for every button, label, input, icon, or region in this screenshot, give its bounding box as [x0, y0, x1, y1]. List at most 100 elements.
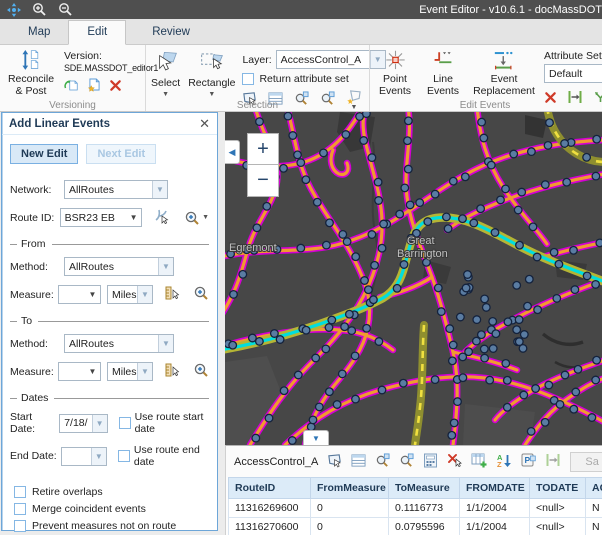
event-point-marker[interactable] — [328, 316, 336, 324]
event-point-marker[interactable] — [348, 327, 356, 335]
event-point-marker[interactable] — [284, 112, 292, 120]
event-point-marker[interactable] — [481, 345, 489, 353]
event-point-marker[interactable] — [542, 181, 550, 189]
event-point-marker[interactable] — [380, 220, 388, 228]
event-point-marker[interactable] — [550, 249, 558, 257]
to-zoom-icon[interactable] — [193, 362, 209, 381]
new-edit-button[interactable]: New Edit — [10, 144, 78, 164]
event-point-marker[interactable] — [289, 132, 297, 140]
event-point-marker[interactable] — [438, 308, 446, 316]
event-point-marker[interactable] — [289, 437, 297, 445]
event-point-marker[interactable] — [352, 253, 360, 261]
event-point-marker[interactable] — [312, 354, 320, 362]
event-point-marker[interactable] — [396, 210, 404, 218]
zoom-in-tool-icon[interactable] — [32, 2, 47, 17]
event-point-marker[interactable] — [346, 310, 354, 318]
use-route-end-checkbox[interactable] — [118, 450, 130, 462]
event-point-marker[interactable] — [527, 428, 535, 436]
to-method-caret[interactable]: ▼ — [158, 335, 173, 352]
event-point-marker[interactable] — [343, 238, 351, 246]
event-point-marker[interactable] — [473, 316, 481, 324]
map-zoom-in-button[interactable]: + — [247, 133, 279, 165]
event-point-marker[interactable] — [256, 338, 264, 346]
close-icon[interactable]: ✕ — [199, 117, 210, 130]
event-point-marker[interactable] — [280, 387, 288, 395]
event-point-marker[interactable] — [263, 203, 271, 211]
event-point-marker[interactable] — [520, 391, 528, 399]
event-point-marker[interactable] — [483, 304, 491, 312]
select-dropdown-caret[interactable]: ▼ — [162, 92, 169, 97]
event-point-marker[interactable] — [489, 345, 497, 353]
event-point-marker[interactable] — [541, 419, 549, 427]
event-point-marker[interactable] — [352, 395, 360, 403]
from-measure-tool-icon[interactable] — [164, 285, 180, 304]
event-point-marker[interactable] — [488, 161, 496, 169]
event-point-marker[interactable] — [325, 324, 333, 332]
event-point-marker[interactable] — [341, 323, 349, 331]
event-point-marker[interactable] — [230, 291, 238, 299]
from-measure-caret[interactable]: ▼ — [85, 290, 100, 299]
event-point-marker[interactable] — [309, 416, 317, 424]
event-point-marker[interactable] — [446, 325, 454, 333]
event-point-marker[interactable] — [481, 354, 489, 362]
to-measure-dropdown[interactable]: ▼ — [58, 362, 101, 381]
event-point-marker[interactable] — [444, 225, 452, 233]
event-point-marker[interactable] — [360, 137, 368, 145]
end-date-caret[interactable]: ▼ — [91, 448, 106, 465]
event-point-marker[interactable] — [596, 239, 602, 247]
col-frommeasure[interactable]: FromMeasure — [311, 478, 389, 499]
event-point-marker[interactable] — [480, 134, 488, 142]
event-point-marker[interactable] — [545, 381, 553, 389]
event-point-marker[interactable] — [593, 356, 601, 364]
to-units-dropdown[interactable]: Miles ▼ — [107, 362, 153, 381]
event-point-marker[interactable] — [443, 213, 451, 221]
from-zoom-icon[interactable] — [193, 285, 209, 304]
event-point-marker[interactable] — [416, 199, 424, 207]
use-route-start-checkbox[interactable] — [119, 417, 131, 429]
event-point-marker[interactable] — [363, 112, 371, 117]
event-point-marker[interactable] — [280, 165, 288, 173]
event-point-marker[interactable] — [477, 205, 485, 213]
event-point-marker[interactable] — [497, 196, 505, 204]
event-point-marker[interactable] — [462, 284, 470, 292]
event-point-marker[interactable] — [553, 295, 561, 303]
return-attribute-checkbox[interactable] — [242, 73, 254, 85]
table-zoom-selection-icon[interactable] — [375, 453, 390, 471]
event-point-marker[interactable] — [431, 190, 439, 198]
rectangle-dropdown-caret[interactable]: ▼ — [208, 92, 215, 97]
event-point-marker[interactable] — [470, 219, 478, 227]
event-point-marker[interactable] — [561, 371, 569, 379]
event-point-marker[interactable] — [528, 148, 536, 156]
event-point-marker[interactable] — [492, 330, 500, 338]
event-point-marker[interactable] — [524, 302, 532, 310]
col-tomeasure[interactable]: ToMeasure — [389, 478, 460, 499]
line-events-button[interactable]: Line Events — [422, 48, 464, 99]
event-point-marker[interactable] — [405, 165, 413, 173]
to-units-caret[interactable]: ▼ — [137, 363, 152, 380]
from-units-caret[interactable]: ▼ — [137, 286, 152, 303]
event-point-marker[interactable] — [405, 117, 413, 125]
table-move-icon[interactable] — [545, 453, 561, 470]
event-point-marker[interactable] — [339, 370, 347, 378]
event-point-marker[interactable] — [448, 432, 456, 440]
event-point-marker[interactable] — [363, 325, 371, 333]
event-point-marker[interactable] — [404, 137, 412, 145]
table-save-button[interactable]: Sa — [570, 452, 602, 472]
event-point-marker[interactable] — [276, 336, 284, 344]
event-point-marker[interactable] — [464, 271, 472, 279]
merge-coincident-checkbox[interactable] — [14, 503, 26, 515]
event-point-marker[interactable] — [361, 277, 369, 285]
event-point-marker[interactable] — [378, 386, 386, 394]
event-point-marker[interactable] — [491, 229, 499, 237]
event-point-marker[interactable] — [239, 271, 247, 279]
event-point-marker[interactable] — [271, 330, 279, 338]
event-point-marker[interactable] — [592, 281, 600, 289]
event-point-marker[interactable] — [504, 404, 512, 412]
event-point-marker[interactable] — [570, 405, 578, 413]
select-route-icon[interactable] — [154, 208, 170, 227]
event-point-marker[interactable] — [529, 223, 537, 231]
pan-icon[interactable] — [7, 3, 21, 17]
event-point-marker[interactable] — [297, 159, 305, 167]
attribute-set-dropdown[interactable]: Default ▼ — [544, 64, 602, 83]
event-point-marker[interactable] — [294, 151, 302, 159]
